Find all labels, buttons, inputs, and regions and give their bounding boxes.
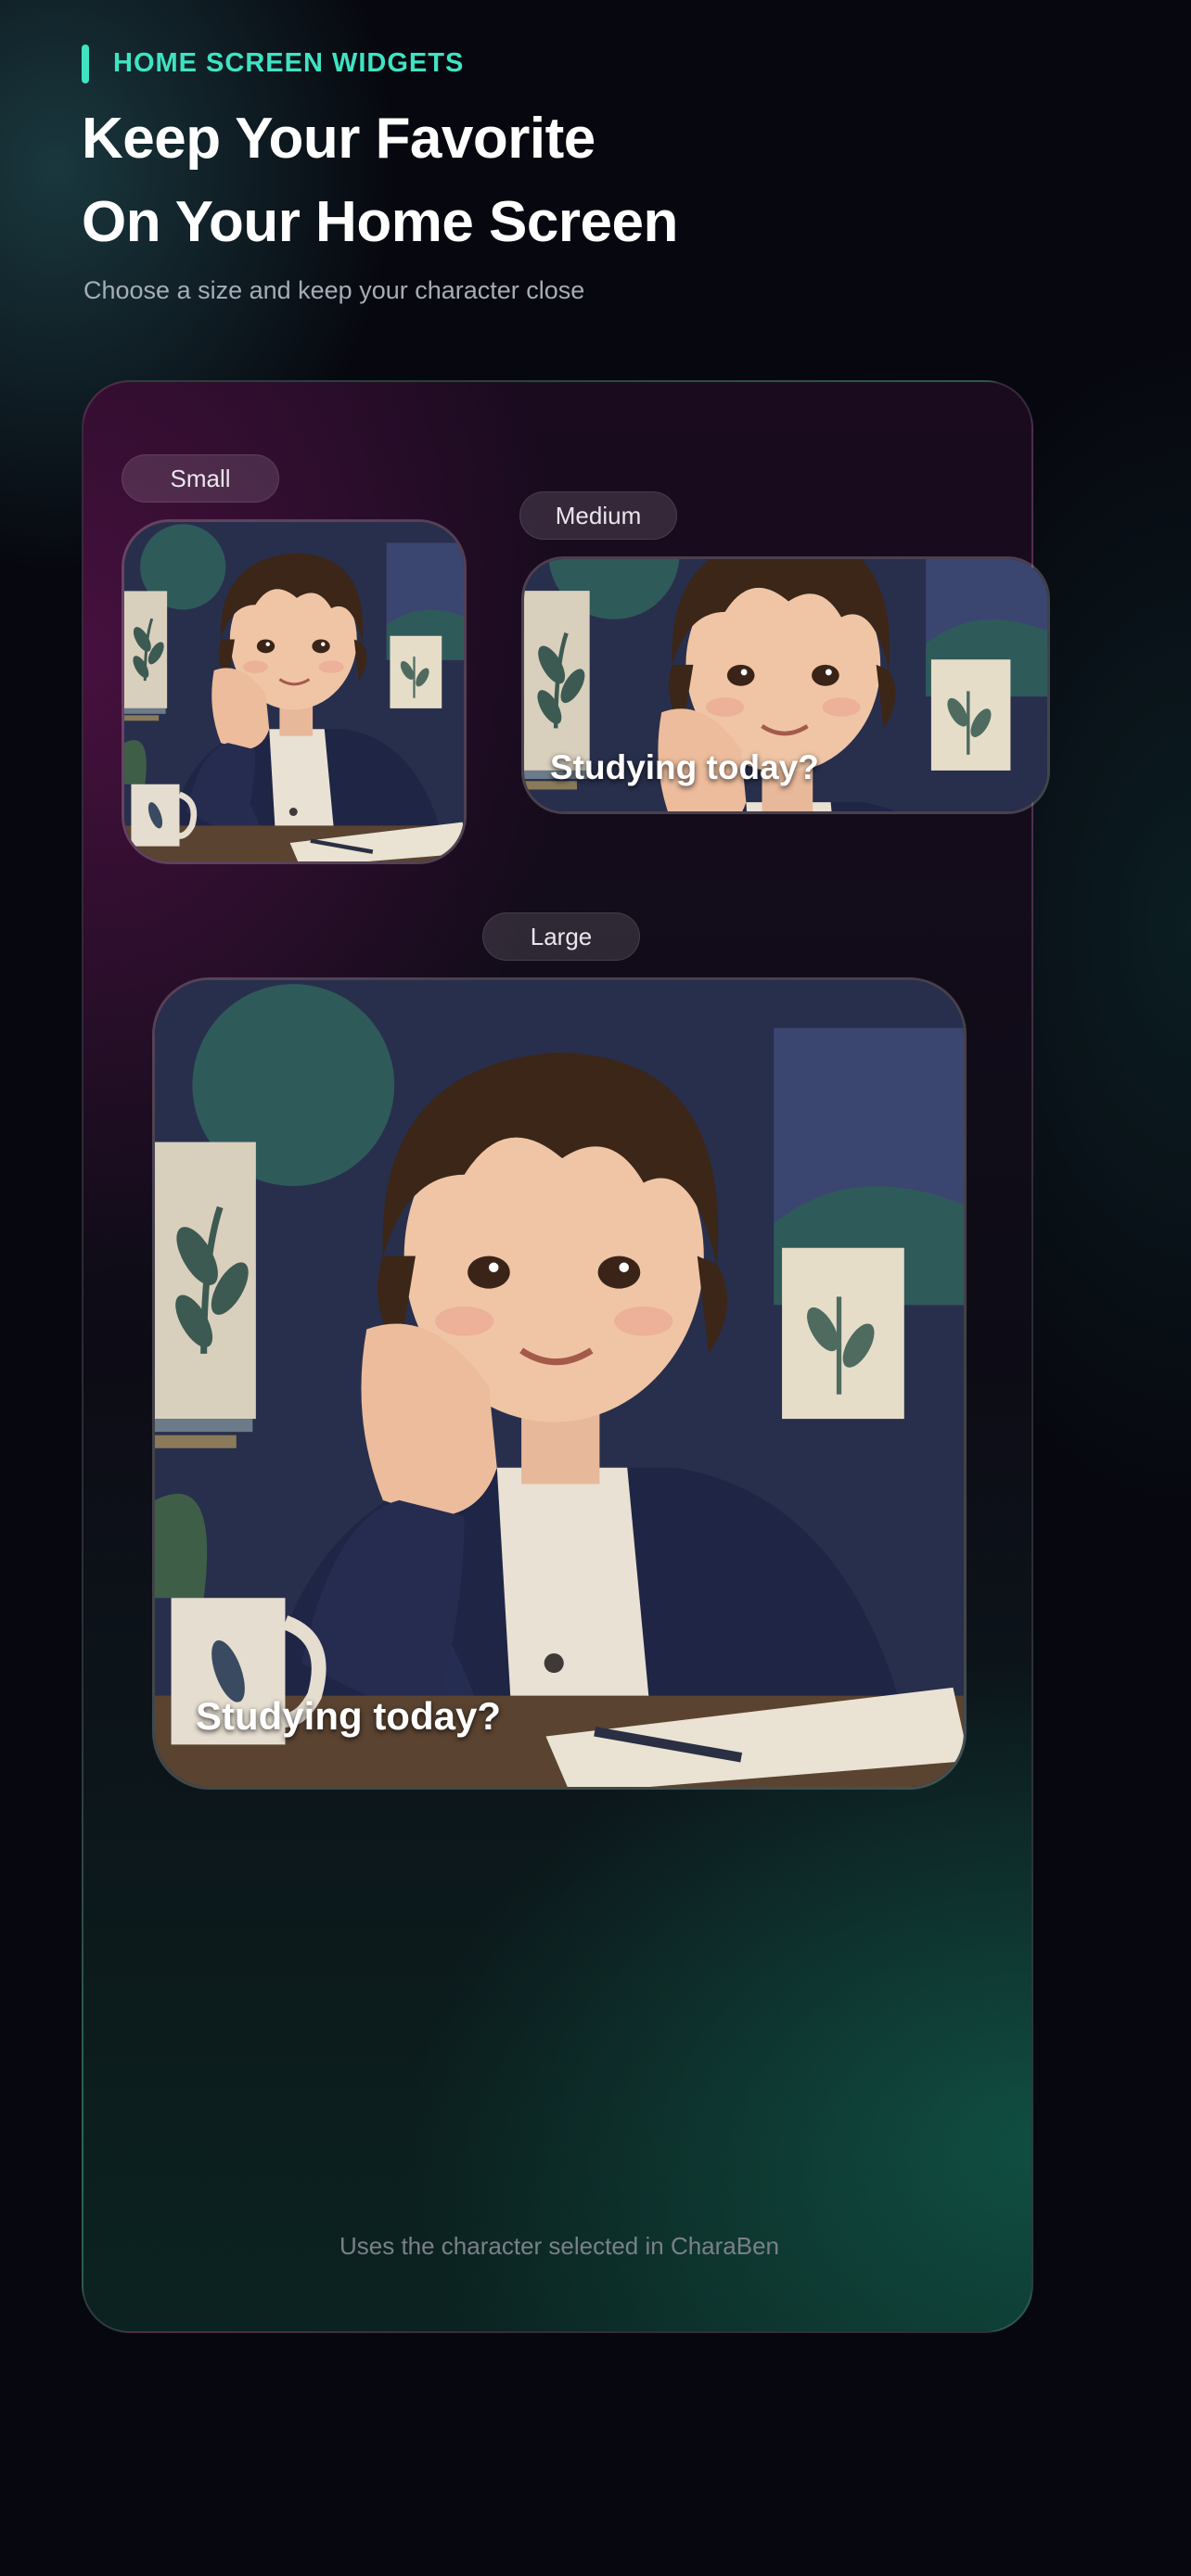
page-subtitle: Choose a size and keep your character cl… xyxy=(83,276,585,304)
page-title-line-1: Keep Your Favorite xyxy=(82,107,596,171)
footer-note: Uses the character selected in CharaBen xyxy=(339,2232,780,2260)
medium-size-label[interactable]: Medium xyxy=(519,491,677,540)
character-illustration xyxy=(124,522,467,864)
widget-preview-panel: Small Medium Studying today? Large Study… xyxy=(82,380,1050,2333)
large-widget-caption: Studying today? xyxy=(196,1694,501,1738)
page-title-line-2: On Your Home Screen xyxy=(82,190,678,254)
large-widget-preview[interactable]: Studying today? xyxy=(152,977,967,1790)
large-size-label[interactable]: Large xyxy=(482,912,640,961)
medium-widget-preview[interactable]: Studying today? xyxy=(521,556,1050,814)
small-size-label[interactable]: Small xyxy=(122,454,279,503)
eyebrow-accent-bar xyxy=(82,45,89,83)
small-widget-preview[interactable] xyxy=(122,519,467,864)
character-illustration xyxy=(155,980,967,1790)
medium-widget-caption: Studying today? xyxy=(550,748,819,786)
page-title: Keep Your Favorite On Your Home Screen xyxy=(82,97,678,264)
section-eyebrow: HOME SCREEN WIDGETS xyxy=(113,48,465,78)
